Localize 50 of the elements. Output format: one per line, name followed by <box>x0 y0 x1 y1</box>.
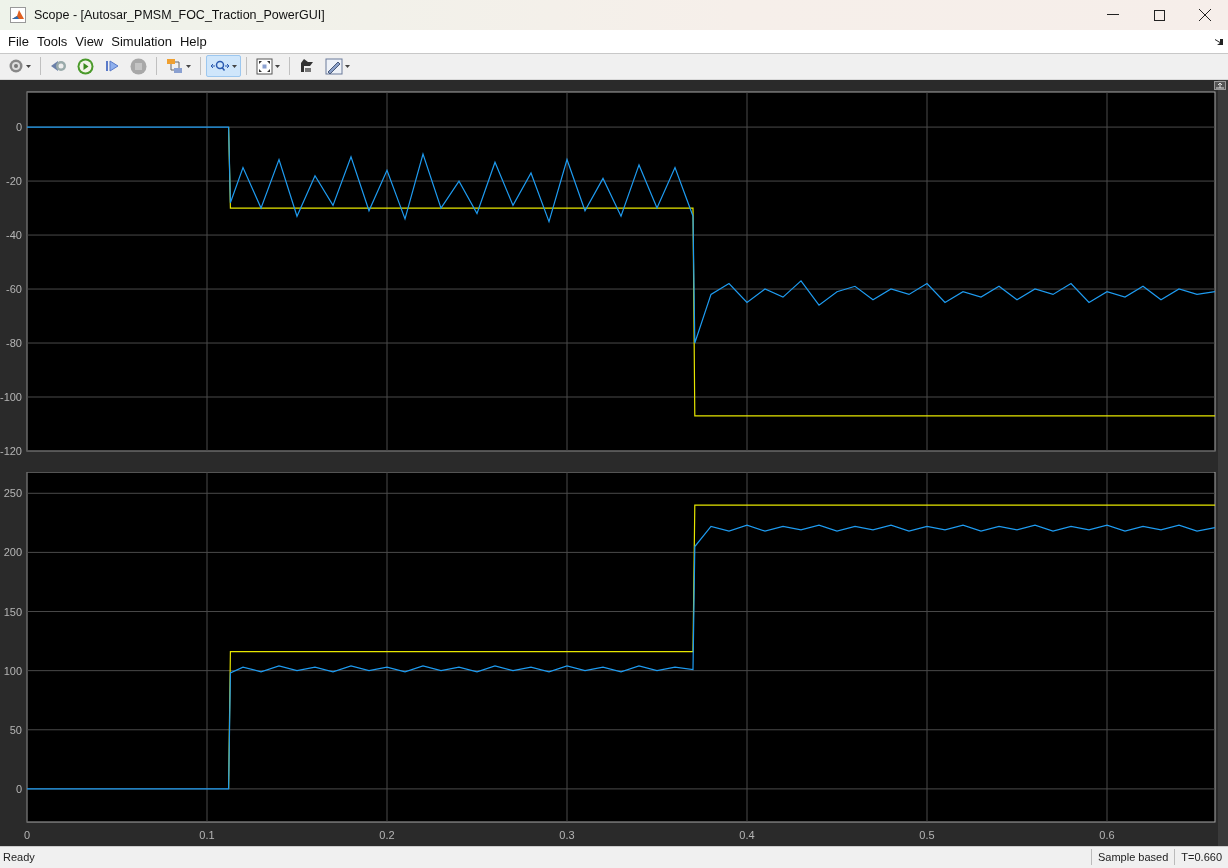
y-tick-label: -20 <box>6 174 22 187</box>
x-tick-label: 0.5 <box>919 828 935 841</box>
up-arrow-icon <box>1215 81 1225 89</box>
window-title: Scope - [Autosar_PMSM_FOC_Traction_PowerGUI] <box>34 8 326 22</box>
undock-arrow-icon[interactable] <box>1215 37 1224 46</box>
x-tick-label: 0.4 <box>739 828 755 841</box>
stop-icon <box>130 57 147 75</box>
y-tick-label: 100 <box>3 664 22 677</box>
y-tick-label: 0 <box>15 120 22 133</box>
y-tick-label: -40 <box>6 228 22 241</box>
sample-mode: Sample based <box>1091 849 1175 866</box>
restore-button[interactable] <box>1214 80 1226 90</box>
y-tick-label: 150 <box>3 605 22 618</box>
x-tick-label: 0.3 <box>559 828 575 841</box>
y-tick-label: -100 <box>0 390 22 403</box>
x-tick-label: 0.2 <box>379 828 395 841</box>
y-tick-label: -80 <box>6 336 22 349</box>
menu-item[interactable]: View <box>71 34 108 50</box>
y-tick-label: 0 <box>15 782 22 795</box>
x-tick-label: 0 <box>23 828 31 841</box>
close-icon <box>1199 9 1211 21</box>
y-tick-label: -120 <box>0 444 22 457</box>
menu-item[interactable]: File <box>4 34 33 50</box>
zoom-button[interactable] <box>206 55 241 78</box>
maximize-icon <box>1153 9 1165 21</box>
x-tick-label: 0.1 <box>199 828 215 841</box>
caret-icon <box>275 64 280 68</box>
signal-blocks-icon <box>166 58 184 75</box>
menu-item[interactable]: Simulation <box>107 34 176 50</box>
play-icon <box>77 57 94 75</box>
style-icon <box>299 58 315 75</box>
minimize-icon <box>1107 14 1119 16</box>
pencil-ruler-icon <box>325 57 343 75</box>
simulation-time: T=0.660 <box>1174 849 1228 866</box>
menu-item[interactable]: Help <box>175 34 211 50</box>
y-tick-label: 250 <box>3 486 22 499</box>
caret-icon <box>345 64 350 68</box>
app-logo-icon <box>10 7 26 23</box>
caret-icon <box>186 64 191 68</box>
gear-icon <box>8 58 24 75</box>
caret-icon <box>26 64 31 68</box>
y-tick-label: 50 <box>9 723 22 736</box>
caret-icon <box>232 64 237 68</box>
status-message: Ready <box>2 851 36 864</box>
x-tick-label: 0.6 <box>1099 828 1115 841</box>
menu-item[interactable]: Tools <box>32 34 72 50</box>
step-forward-icon <box>104 58 120 75</box>
y-tick-label: 200 <box>3 546 22 559</box>
y-tick-label: -60 <box>6 282 22 295</box>
fit-to-view-icon <box>256 57 273 75</box>
